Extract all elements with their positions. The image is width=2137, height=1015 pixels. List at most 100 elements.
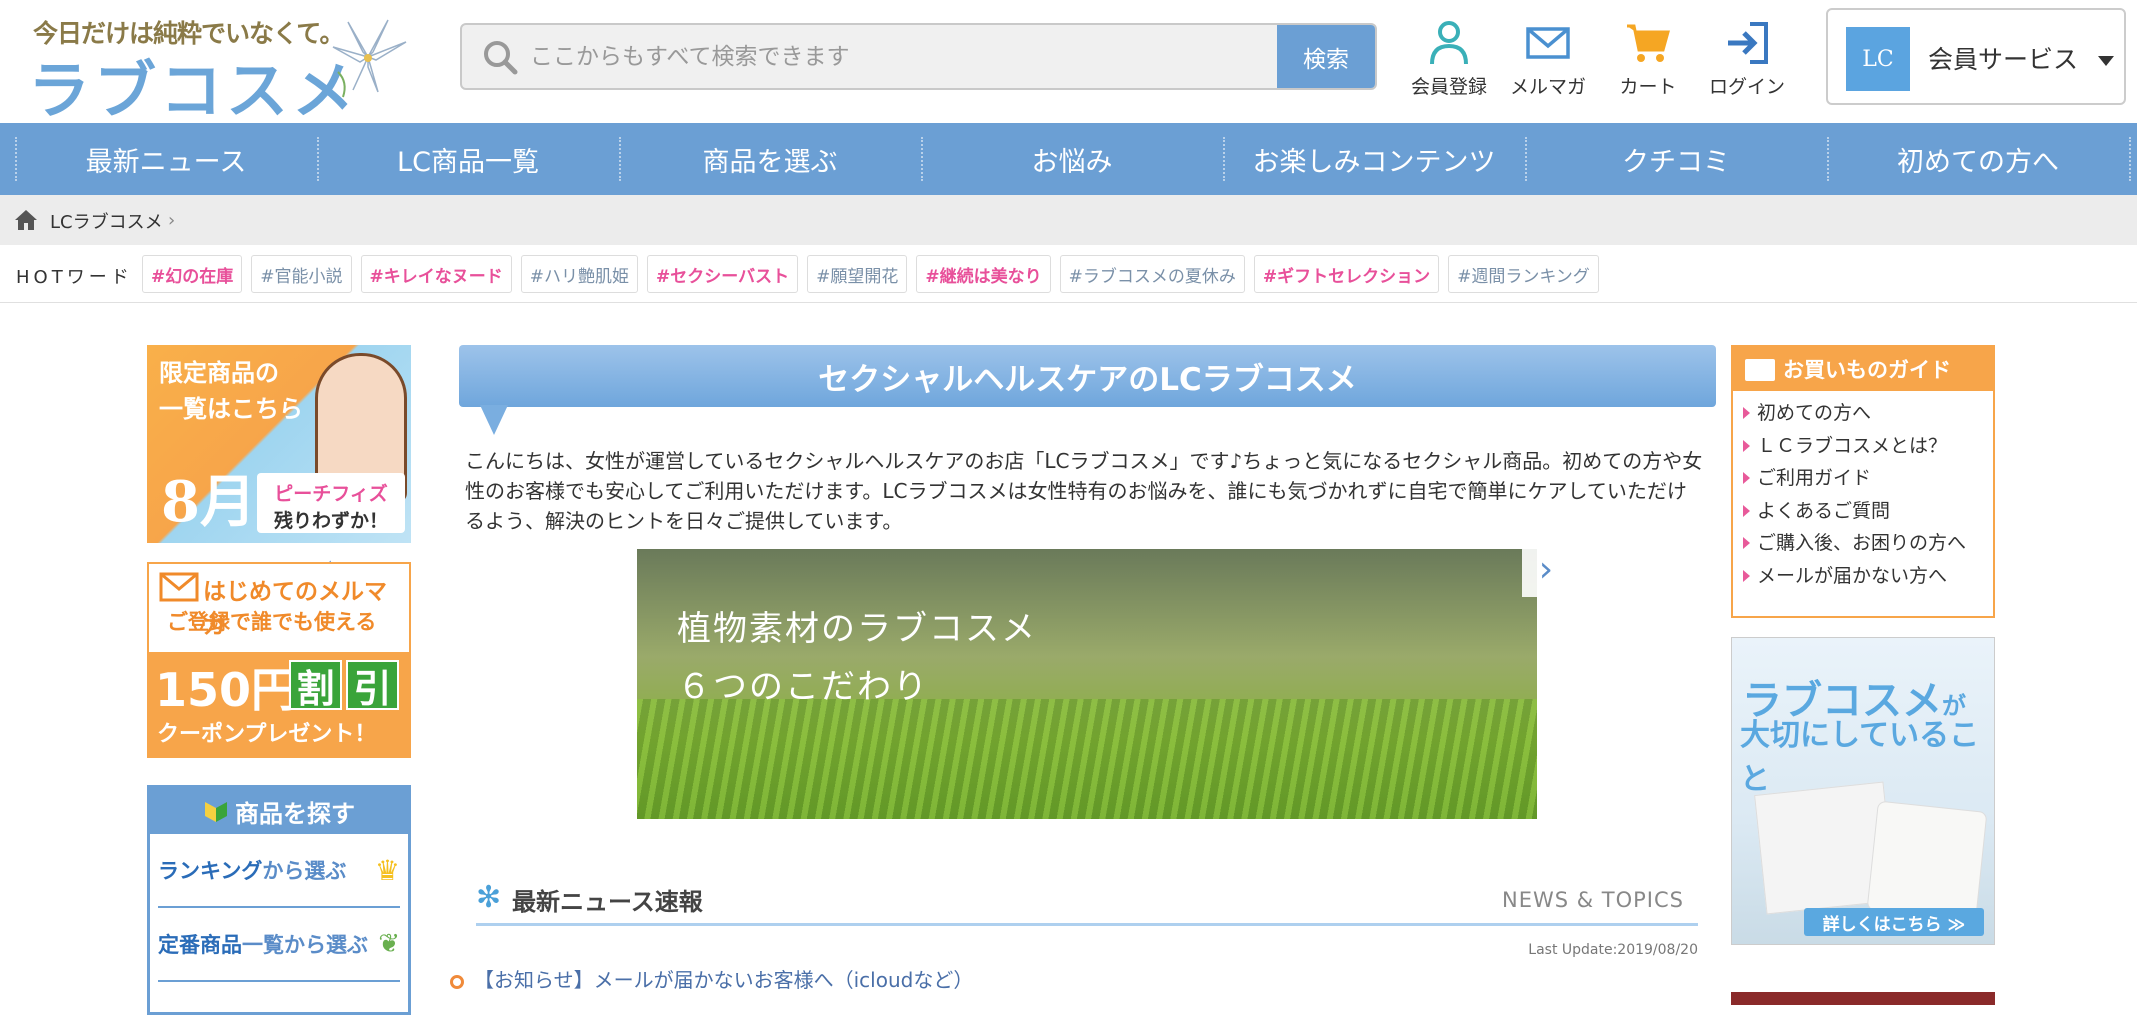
soap-image <box>1866 800 1988 922</box>
banner-badge: ピーチフィズ 残りわずか！ <box>257 473 405 533</box>
page-title: セクシャルヘルスケアのLCラブコスメ <box>459 345 1716 407</box>
mailmag-link[interactable]: メルマガ <box>1503 20 1593 99</box>
lily-icon <box>332 19 407 98</box>
hotword-tag[interactable]: #ラブコスメの夏休み <box>1059 255 1245 293</box>
hotword-tag[interactable]: #ギフトセレクション <box>1253 255 1440 293</box>
hotword-tag[interactable]: #幻の在庫 <box>142 255 243 293</box>
asterisk-icon: ✻ <box>476 880 502 915</box>
banner-month: 8月 <box>161 469 256 535</box>
login-label: ログイン <box>1708 76 1785 98</box>
banner-line1: 限定商品の <box>159 359 279 387</box>
coupon-amount: 150円 <box>155 663 298 717</box>
home-icon[interactable] <box>14 209 38 231</box>
login-icon <box>1728 22 1768 64</box>
nav-choose[interactable]: 商品を選ぶ <box>619 123 921 195</box>
standard-rest: 一覧から選ぶ <box>242 933 368 957</box>
guide-item[interactable]: ＬＣラブコスメとは？ <box>1743 430 1993 463</box>
hotword-tag[interactable]: #官能小説 <box>251 255 352 293</box>
product-search-title: 商品を探す <box>235 799 355 828</box>
member-service-label: 会員サービス <box>1928 45 2079 74</box>
nav-news[interactable]: 最新ニュース <box>15 123 317 195</box>
last-update: Last Update:2019/08/20 <box>1528 942 1698 958</box>
nav-reviews[interactable]: クチコミ <box>1525 123 1827 195</box>
nav-beginners[interactable]: 初めての方へ <box>1827 123 2129 195</box>
guide-title: お買いものガイド <box>1783 358 1951 382</box>
title-tail <box>480 405 508 435</box>
chevron-right-icon: › <box>168 210 176 231</box>
search-bar: 検索 <box>460 23 1377 90</box>
cart-link[interactable]: カート <box>1603 20 1693 99</box>
ad-details-button[interactable]: 詳しくはこちら ≫ <box>1804 908 1984 936</box>
chevron-right-icon[interactable]: › <box>1522 541 1570 597</box>
book-icon <box>1745 359 1775 381</box>
hotword-tag[interactable]: #セクシーバスト <box>647 255 799 293</box>
leaf-icon <box>205 802 227 822</box>
news-item[interactable]: 【お知らせ】メールが届かないお客様へ（icloudなど） <box>450 964 973 993</box>
global-nav: 最新ニュース LC商品一覧 商品を選ぶ お悩み お楽しみコンテンツ クチコミ 初… <box>0 123 2137 195</box>
mailmag-label: メルマガ <box>1509 76 1586 98</box>
hotword-tag[interactable]: #継続は美なり <box>916 255 1051 293</box>
news-header: ✻ 最新ニュース速報 NEWS & TOPICS <box>476 876 1698 926</box>
badge-status: 残りわずか！ <box>273 510 388 532</box>
leaf-icon: ❦ <box>378 929 400 959</box>
hotword-tag[interactable]: #週間ランキング <box>1448 255 1599 293</box>
guide-item[interactable]: よくあるご質問 <box>1743 495 1993 528</box>
guide-item[interactable]: ご購入後、お困りの方へ <box>1743 527 1993 560</box>
coupon-w1: 割 <box>289 660 342 711</box>
guide-item[interactable]: ご利用ガイド <box>1743 462 1993 495</box>
crown-icon: ♛ <box>374 853 400 887</box>
mail-icon <box>1526 27 1570 59</box>
hotword-tag[interactable]: #ハリ艶肌姫 <box>520 255 638 293</box>
guide-item[interactable]: 初めての方へ <box>1743 397 1993 430</box>
breadcrumb-item[interactable]: LCラブコスメ <box>50 208 163 234</box>
logo-text: ラブコスメ <box>28 54 359 127</box>
coupon-present: クーポンプレゼント！ <box>157 722 377 747</box>
mail-icon <box>159 572 199 602</box>
search-input[interactable] <box>530 25 1230 88</box>
nav-worries[interactable]: お悩み <box>921 123 1223 195</box>
standard-em: 定番商品 <box>158 933 242 957</box>
ranking-link[interactable]: ランキング から選ぶ ♛ <box>158 834 400 908</box>
bullet-icon <box>450 974 464 989</box>
limited-products-banner[interactable]: 限定商品の一覧はこちら 8月 ピーチフィズ 残りわずか！ <box>147 345 411 543</box>
guide-item[interactable]: メールが届かない方へ <box>1743 560 1993 593</box>
cart-label: カート <box>1619 76 1677 98</box>
login-link[interactable]: ログイン <box>1702 20 1792 99</box>
register-label: 会員登録 <box>1410 76 1487 98</box>
bottom-banner[interactable] <box>1731 992 1995 1005</box>
shopping-guide: お買いものガイド 初めての方へ ＬＣラブコスメとは？ ご利用ガイド よくあるご質問 ご購… <box>1731 345 1995 618</box>
lc-logo: LC <box>1846 27 1910 91</box>
nav-products[interactable]: LC商品一覧 <box>317 123 619 195</box>
nav-contents[interactable]: お楽しみコンテンツ <box>1223 123 1525 195</box>
standard-products-link[interactable]: 定番商品 一覧から選ぶ ❦ <box>158 908 400 982</box>
product-search-box: 商品を探す ランキング から選ぶ ♛ 定番商品 一覧から選ぶ ❦ <box>147 785 411 1015</box>
breadcrumb: LCラブコスメ › <box>0 195 2137 245</box>
hotword-label: HOTワード <box>16 267 133 288</box>
news-topics-label: NEWS & TOPICS <box>1501 888 1684 912</box>
ranking-em: ランキング <box>158 859 263 883</box>
hero-line2: ６つのこだわり <box>677 667 929 707</box>
lovecosme-values-banner[interactable]: ラブコスメが 大切にしていること 詳しくはこちら ≫ <box>1731 637 1995 945</box>
site-logo[interactable]: 今日だけは純粋でいなくて。 ラブコスメ <box>28 12 413 127</box>
register-link[interactable]: 会員登録 <box>1404 20 1494 99</box>
chevron-down-icon <box>2098 56 2114 66</box>
hotword-tag[interactable]: #願望開花 <box>807 255 908 293</box>
news-item-text: 【お知らせ】メールが届かないお客様へ（icloudなど） <box>474 968 974 992</box>
cart-icon <box>1627 24 1670 62</box>
ranking-rest: から選ぶ <box>262 859 347 883</box>
coupon-line2: ご登録で誰でも使える <box>167 610 377 634</box>
hotword-tag[interactable]: #キレイなヌード <box>360 255 512 293</box>
search-icon <box>484 41 518 75</box>
intro-text: こんにちは、女性が運営しているセクシャルヘルスケアのお店「LCラブコスメ」です♪… <box>465 449 1703 533</box>
hero-banner[interactable]: 植物素材のラブコスメ ６つのこだわり <box>637 549 1537 819</box>
hero-line1: 植物素材のラブコスメ <box>677 609 1037 649</box>
banner-line2: 一覧はこちら <box>159 395 303 423</box>
mailmag-coupon-banner[interactable]: はじめてのメルマガ ご登録で誰でも使える 150円 割 引 クーポンプレゼント！ <box>147 562 411 758</box>
badge-product: ピーチフィズ <box>274 483 388 505</box>
news-title: 最新ニュース速報 <box>512 888 703 916</box>
search-button[interactable]: 検索 <box>1277 25 1375 88</box>
user-icon <box>1430 21 1468 65</box>
coupon-w2: 引 <box>346 660 399 711</box>
member-service-dropdown[interactable]: LC 会員サービス <box>1826 8 2126 105</box>
site-header: 今日だけは純粋でいなくて。 ラブコスメ 検索 会員登録 <box>0 0 2137 127</box>
